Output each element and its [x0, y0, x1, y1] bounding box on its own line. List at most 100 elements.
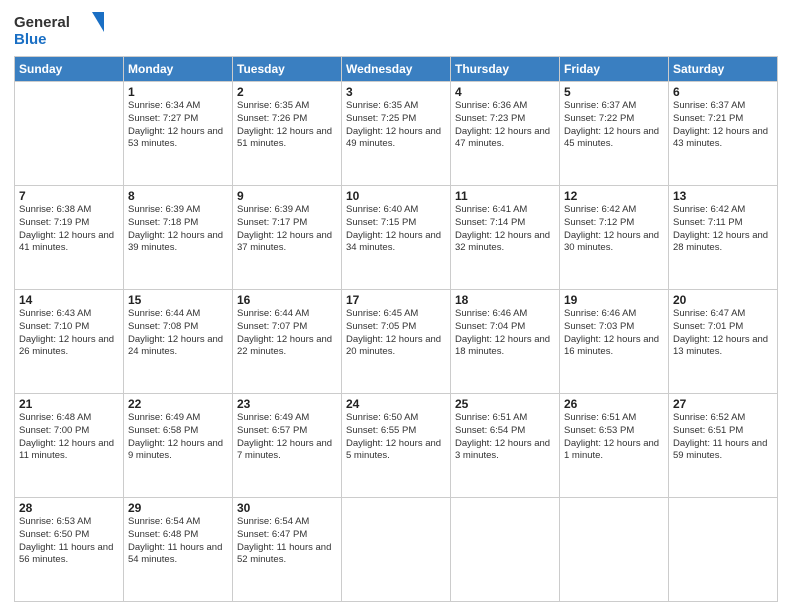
day-number: 13 [673, 189, 773, 203]
day-number: 10 [346, 189, 446, 203]
day-info: Sunrise: 6:35 AMSunset: 7:26 PMDaylight:… [237, 100, 337, 151]
weekday-sunday: Sunday [15, 57, 124, 82]
day-number: 8 [128, 189, 228, 203]
day-info: Sunrise: 6:52 AMSunset: 6:51 PMDaylight:… [673, 412, 773, 463]
calendar-cell: 4Sunrise: 6:36 AMSunset: 7:23 PMDaylight… [451, 82, 560, 186]
day-info: Sunrise: 6:41 AMSunset: 7:14 PMDaylight:… [455, 204, 555, 255]
calendar-cell: 28Sunrise: 6:53 AMSunset: 6:50 PMDayligh… [15, 498, 124, 602]
weekday-friday: Friday [560, 57, 669, 82]
week-row-2: 7Sunrise: 6:38 AMSunset: 7:19 PMDaylight… [15, 186, 778, 290]
calendar-cell: 29Sunrise: 6:54 AMSunset: 6:48 PMDayligh… [124, 498, 233, 602]
day-info: Sunrise: 6:47 AMSunset: 7:01 PMDaylight:… [673, 308, 773, 359]
day-number: 28 [19, 501, 119, 515]
day-info: Sunrise: 6:54 AMSunset: 6:47 PMDaylight:… [237, 516, 337, 567]
day-number: 26 [564, 397, 664, 411]
week-row-5: 28Sunrise: 6:53 AMSunset: 6:50 PMDayligh… [15, 498, 778, 602]
day-info: Sunrise: 6:39 AMSunset: 7:17 PMDaylight:… [237, 204, 337, 255]
day-number: 4 [455, 85, 555, 99]
day-info: Sunrise: 6:43 AMSunset: 7:10 PMDaylight:… [19, 308, 119, 359]
svg-text:Blue: Blue [14, 31, 47, 48]
calendar-cell: 5Sunrise: 6:37 AMSunset: 7:22 PMDaylight… [560, 82, 669, 186]
day-number: 3 [346, 85, 446, 99]
calendar-cell: 20Sunrise: 6:47 AMSunset: 7:01 PMDayligh… [669, 290, 778, 394]
day-number: 6 [673, 85, 773, 99]
day-info: Sunrise: 6:35 AMSunset: 7:25 PMDaylight:… [346, 100, 446, 151]
calendar-cell [451, 498, 560, 602]
day-info: Sunrise: 6:49 AMSunset: 6:58 PMDaylight:… [128, 412, 228, 463]
calendar-cell: 26Sunrise: 6:51 AMSunset: 6:53 PMDayligh… [560, 394, 669, 498]
weekday-saturday: Saturday [669, 57, 778, 82]
calendar-cell [342, 498, 451, 602]
calendar-cell: 24Sunrise: 6:50 AMSunset: 6:55 PMDayligh… [342, 394, 451, 498]
calendar-cell: 9Sunrise: 6:39 AMSunset: 7:17 PMDaylight… [233, 186, 342, 290]
day-number: 14 [19, 293, 119, 307]
day-number: 9 [237, 189, 337, 203]
day-number: 30 [237, 501, 337, 515]
week-row-3: 14Sunrise: 6:43 AMSunset: 7:10 PMDayligh… [15, 290, 778, 394]
calendar-cell: 22Sunrise: 6:49 AMSunset: 6:58 PMDayligh… [124, 394, 233, 498]
day-info: Sunrise: 6:40 AMSunset: 7:15 PMDaylight:… [346, 204, 446, 255]
day-number: 12 [564, 189, 664, 203]
calendar-cell: 27Sunrise: 6:52 AMSunset: 6:51 PMDayligh… [669, 394, 778, 498]
calendar-cell: 1Sunrise: 6:34 AMSunset: 7:27 PMDaylight… [124, 82, 233, 186]
calendar-cell: 21Sunrise: 6:48 AMSunset: 7:00 PMDayligh… [15, 394, 124, 498]
day-info: Sunrise: 6:42 AMSunset: 7:12 PMDaylight:… [564, 204, 664, 255]
day-number: 2 [237, 85, 337, 99]
calendar-cell: 2Sunrise: 6:35 AMSunset: 7:26 PMDaylight… [233, 82, 342, 186]
calendar-cell: 16Sunrise: 6:44 AMSunset: 7:07 PMDayligh… [233, 290, 342, 394]
day-info: Sunrise: 6:42 AMSunset: 7:11 PMDaylight:… [673, 204, 773, 255]
day-info: Sunrise: 6:54 AMSunset: 6:48 PMDaylight:… [128, 516, 228, 567]
day-info: Sunrise: 6:46 AMSunset: 7:04 PMDaylight:… [455, 308, 555, 359]
calendar-cell: 3Sunrise: 6:35 AMSunset: 7:25 PMDaylight… [342, 82, 451, 186]
calendar-cell: 18Sunrise: 6:46 AMSunset: 7:04 PMDayligh… [451, 290, 560, 394]
calendar-cell [15, 82, 124, 186]
day-info: Sunrise: 6:45 AMSunset: 7:05 PMDaylight:… [346, 308, 446, 359]
header: General Blue [14, 10, 778, 50]
calendar-cell: 17Sunrise: 6:45 AMSunset: 7:05 PMDayligh… [342, 290, 451, 394]
day-number: 1 [128, 85, 228, 99]
day-info: Sunrise: 6:39 AMSunset: 7:18 PMDaylight:… [128, 204, 228, 255]
day-info: Sunrise: 6:48 AMSunset: 7:00 PMDaylight:… [19, 412, 119, 463]
day-number: 22 [128, 397, 228, 411]
weekday-tuesday: Tuesday [233, 57, 342, 82]
calendar-table: SundayMondayTuesdayWednesdayThursdayFrid… [14, 56, 778, 602]
day-number: 7 [19, 189, 119, 203]
svg-text:General: General [14, 14, 70, 31]
day-number: 29 [128, 501, 228, 515]
day-info: Sunrise: 6:37 AMSunset: 7:22 PMDaylight:… [564, 100, 664, 151]
weekday-header-row: SundayMondayTuesdayWednesdayThursdayFrid… [15, 57, 778, 82]
calendar-cell: 11Sunrise: 6:41 AMSunset: 7:14 PMDayligh… [451, 186, 560, 290]
day-info: Sunrise: 6:49 AMSunset: 6:57 PMDaylight:… [237, 412, 337, 463]
day-info: Sunrise: 6:36 AMSunset: 7:23 PMDaylight:… [455, 100, 555, 151]
week-row-1: 1Sunrise: 6:34 AMSunset: 7:27 PMDaylight… [15, 82, 778, 186]
day-number: 27 [673, 397, 773, 411]
weekday-monday: Monday [124, 57, 233, 82]
calendar-cell: 8Sunrise: 6:39 AMSunset: 7:18 PMDaylight… [124, 186, 233, 290]
day-number: 11 [455, 189, 555, 203]
day-number: 17 [346, 293, 446, 307]
day-number: 24 [346, 397, 446, 411]
logo-icon: General Blue [14, 10, 104, 50]
weekday-wednesday: Wednesday [342, 57, 451, 82]
day-info: Sunrise: 6:50 AMSunset: 6:55 PMDaylight:… [346, 412, 446, 463]
day-info: Sunrise: 6:37 AMSunset: 7:21 PMDaylight:… [673, 100, 773, 151]
day-info: Sunrise: 6:46 AMSunset: 7:03 PMDaylight:… [564, 308, 664, 359]
calendar-cell: 10Sunrise: 6:40 AMSunset: 7:15 PMDayligh… [342, 186, 451, 290]
logo: General Blue [14, 10, 104, 50]
calendar-cell: 19Sunrise: 6:46 AMSunset: 7:03 PMDayligh… [560, 290, 669, 394]
weekday-thursday: Thursday [451, 57, 560, 82]
calendar-cell [560, 498, 669, 602]
calendar-cell: 6Sunrise: 6:37 AMSunset: 7:21 PMDaylight… [669, 82, 778, 186]
day-info: Sunrise: 6:44 AMSunset: 7:07 PMDaylight:… [237, 308, 337, 359]
calendar-cell: 14Sunrise: 6:43 AMSunset: 7:10 PMDayligh… [15, 290, 124, 394]
week-row-4: 21Sunrise: 6:48 AMSunset: 7:00 PMDayligh… [15, 394, 778, 498]
day-number: 21 [19, 397, 119, 411]
day-info: Sunrise: 6:38 AMSunset: 7:19 PMDaylight:… [19, 204, 119, 255]
day-number: 18 [455, 293, 555, 307]
page: General Blue SundayMondayTuesdayWednesda… [0, 0, 792, 612]
day-info: Sunrise: 6:44 AMSunset: 7:08 PMDaylight:… [128, 308, 228, 359]
calendar-cell: 15Sunrise: 6:44 AMSunset: 7:08 PMDayligh… [124, 290, 233, 394]
day-info: Sunrise: 6:34 AMSunset: 7:27 PMDaylight:… [128, 100, 228, 151]
day-number: 19 [564, 293, 664, 307]
day-number: 23 [237, 397, 337, 411]
